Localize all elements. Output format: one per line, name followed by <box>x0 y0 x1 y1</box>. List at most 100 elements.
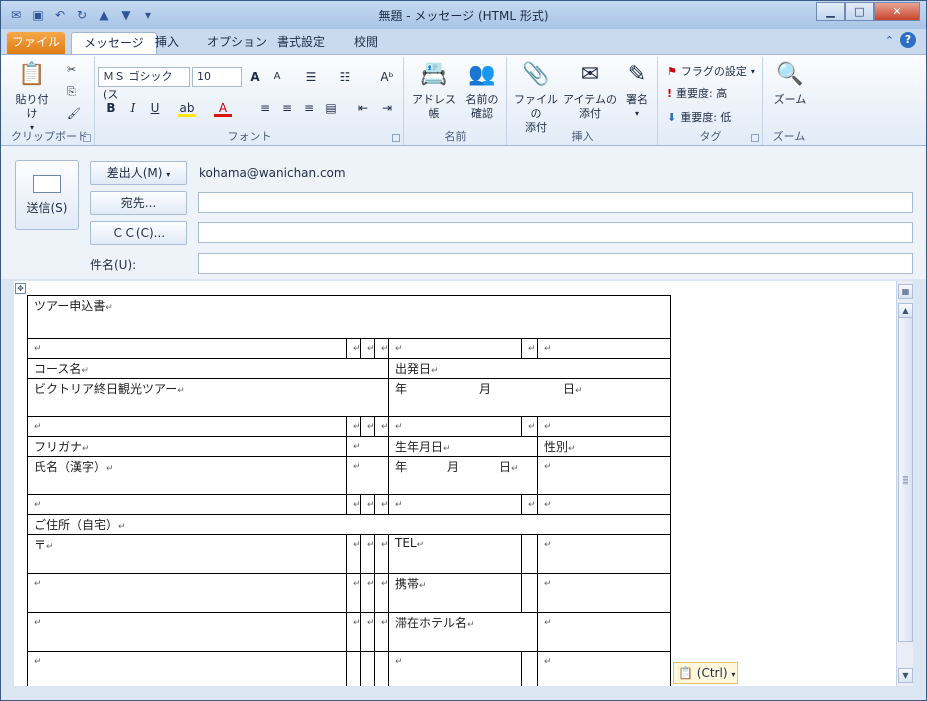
zoom-button[interactable]: 🔍 ズーム <box>768 59 812 107</box>
importance-high-button[interactable]: ! 重要度: 高 <box>667 85 727 101</box>
table-cell[interactable]: ↵ <box>360 338 375 359</box>
scroll-up-icon[interactable]: ▲ <box>898 303 913 318</box>
close-button[interactable]: ✕ <box>874 2 920 21</box>
ruler-toggle-icon[interactable]: ▦ <box>898 284 913 299</box>
table-cell[interactable]: ↵ <box>388 494 522 515</box>
cc-button[interactable]: ＣＣ(C)... <box>90 221 187 245</box>
table-cell[interactable]: ↵ <box>27 416 347 437</box>
table-cell[interactable]: ↵ <box>360 494 375 515</box>
shrink-font-icon[interactable]: A <box>268 68 286 86</box>
table-cell[interactable]: ↵ <box>388 338 522 359</box>
table-cell[interactable]: ↵ <box>360 612 375 652</box>
hotel-value-cell[interactable]: ↵ <box>536 612 672 652</box>
table-cell[interactable]: ↵ <box>346 456 389 495</box>
table-cell[interactable]: ↵ <box>360 416 375 437</box>
table-cell[interactable]: ↵ <box>388 651 522 686</box>
bullets-icon[interactable]: ☰ <box>302 68 320 86</box>
cut-icon[interactable]: ✂ <box>67 63 76 76</box>
gender-value-cell[interactable]: ↵ <box>536 456 672 495</box>
numbering-icon[interactable]: ☷ <box>336 68 354 86</box>
check-names-button[interactable]: 👥 名前の 確認 <box>459 59 505 121</box>
table-cell[interactable]: ↵ <box>360 534 375 574</box>
format-painter-icon[interactable]: 🖌 <box>67 107 81 120</box>
copy-icon[interactable]: ⎘ <box>67 85 76 99</box>
attach-file-button[interactable]: 📎 ファイルの 添付 <box>510 59 562 135</box>
mobile-value-cell[interactable]: ↵ <box>536 573 672 613</box>
send-button[interactable]: 送信(S) <box>15 160 79 230</box>
table-cell[interactable] <box>360 651 375 686</box>
table-cell[interactable]: ↵ <box>27 651 347 686</box>
signature-button[interactable]: ✎ 署名 ▾ <box>618 59 656 121</box>
table-cell[interactable] <box>521 651 538 686</box>
underline-icon[interactable]: U <box>146 99 164 117</box>
table-cell[interactable] <box>346 651 361 686</box>
table-cell[interactable] <box>374 651 389 686</box>
tab-format[interactable]: 書式設定 <box>265 32 337 54</box>
attach-item-button[interactable]: ✉ アイテムの 添付 <box>562 59 618 121</box>
birth-date-cell[interactable]: 年月日↵ <box>388 456 538 495</box>
course-label-cell[interactable]: コース名↵ <box>27 358 389 379</box>
tab-insert[interactable]: 挿入 <box>143 32 191 54</box>
subject-field[interactable] <box>198 253 913 274</box>
table-cell[interactable]: ↵ <box>27 494 347 515</box>
tags-launcher-icon[interactable] <box>751 134 759 142</box>
table-cell[interactable]: ↵ <box>27 338 347 359</box>
table-cell[interactable]: ↵ <box>388 416 522 437</box>
tab-review[interactable]: 校閲 <box>342 32 390 54</box>
table-cell[interactable] <box>521 534 538 574</box>
justify-icon[interactable]: ▤ <box>322 99 340 117</box>
tel-label-cell[interactable]: TEL↵ <box>388 534 522 574</box>
bold-icon[interactable]: B <box>102 99 120 117</box>
form-title-cell[interactable]: ツアー申込書↵ <box>26 295 672 339</box>
table-cell[interactable]: ↵ <box>346 534 361 574</box>
maximize-button[interactable]: □ <box>845 2 874 21</box>
table-cell[interactable]: ↵ <box>374 416 389 437</box>
vertical-scrollbar[interactable]: ▦ ▲ ═ ═ ═ ▼ <box>896 281 913 686</box>
italic-icon[interactable]: I <box>124 99 142 117</box>
scroll-down-icon[interactable]: ▼ <box>898 668 913 683</box>
align-left-icon[interactable]: ≡ <box>256 99 274 117</box>
table-cell[interactable]: ↵ <box>536 338 672 359</box>
table-cell[interactable]: ↵ <box>346 494 361 515</box>
table-cell[interactable]: ↵ <box>374 612 389 652</box>
depart-label-cell[interactable]: 出発日↵ <box>387 358 672 379</box>
highlight-icon[interactable]: ab <box>178 99 196 117</box>
cc-field[interactable] <box>198 222 913 243</box>
importance-low-button[interactable]: ⬇ 重要度: 低 <box>667 109 731 125</box>
table-cell[interactable]: ↵ <box>536 494 672 515</box>
font-size-combo[interactable]: 10 <box>192 67 242 87</box>
flag-button[interactable]: ⚑ フラグの設定 ▾ <box>667 63 755 79</box>
align-right-icon[interactable]: ≡ <box>300 99 318 117</box>
table-cell[interactable]: ↵ <box>536 651 672 686</box>
table-cell[interactable]: ↵ <box>346 612 361 652</box>
furigana-label-cell[interactable]: フリガナ↵ <box>27 436 347 457</box>
paste-button[interactable]: 📋 貼り付け ▾ <box>11 59 53 135</box>
tab-file[interactable]: ファイル <box>7 32 65 54</box>
table-cell[interactable]: ↵ <box>374 494 389 515</box>
font-color-icon[interactable]: A <box>214 99 232 117</box>
table-cell[interactable]: ↵ <box>346 573 361 613</box>
from-button[interactable]: 差出人(M) ▾ <box>90 161 187 185</box>
gender-label-cell[interactable]: 性別↵ <box>536 436 672 457</box>
decrease-indent-icon[interactable]: ⇤ <box>354 99 372 117</box>
paste-options-button[interactable]: 📋 (Ctrl) ▾ <box>673 662 738 684</box>
to-field[interactable] <box>198 192 913 213</box>
styles-icon[interactable]: Aᵇ <box>378 68 396 86</box>
postal-cell[interactable]: 〒↵ <box>27 534 347 574</box>
table-cell[interactable]: ↵ <box>360 573 375 613</box>
scroll-thumb[interactable]: ═ ═ ═ <box>898 317 913 642</box>
birth-label-cell[interactable]: 生年月日↵ <box>388 436 538 457</box>
tel-value-cell[interactable]: ↵ <box>536 534 672 574</box>
align-center-icon[interactable]: ≡ <box>278 99 296 117</box>
grow-font-icon[interactable]: A <box>246 68 264 86</box>
table-cell[interactable]: ↵ <box>374 534 389 574</box>
help-icon[interactable]: ? <box>900 32 916 48</box>
table-cell[interactable]: ↵ <box>346 416 361 437</box>
font-launcher-icon[interactable] <box>392 134 400 142</box>
name-label-cell[interactable]: 氏名（漢字）↵ <box>27 456 347 495</box>
mobile-label-cell[interactable]: 携帯↵ <box>388 573 522 613</box>
table-move-handle-icon[interactable]: ✥ <box>15 283 26 294</box>
table-cell[interactable]: ↵ <box>536 416 672 437</box>
depart-date-cell[interactable]: 年月日↵ <box>387 378 672 417</box>
table-cell[interactable]: ↵ <box>346 338 361 359</box>
